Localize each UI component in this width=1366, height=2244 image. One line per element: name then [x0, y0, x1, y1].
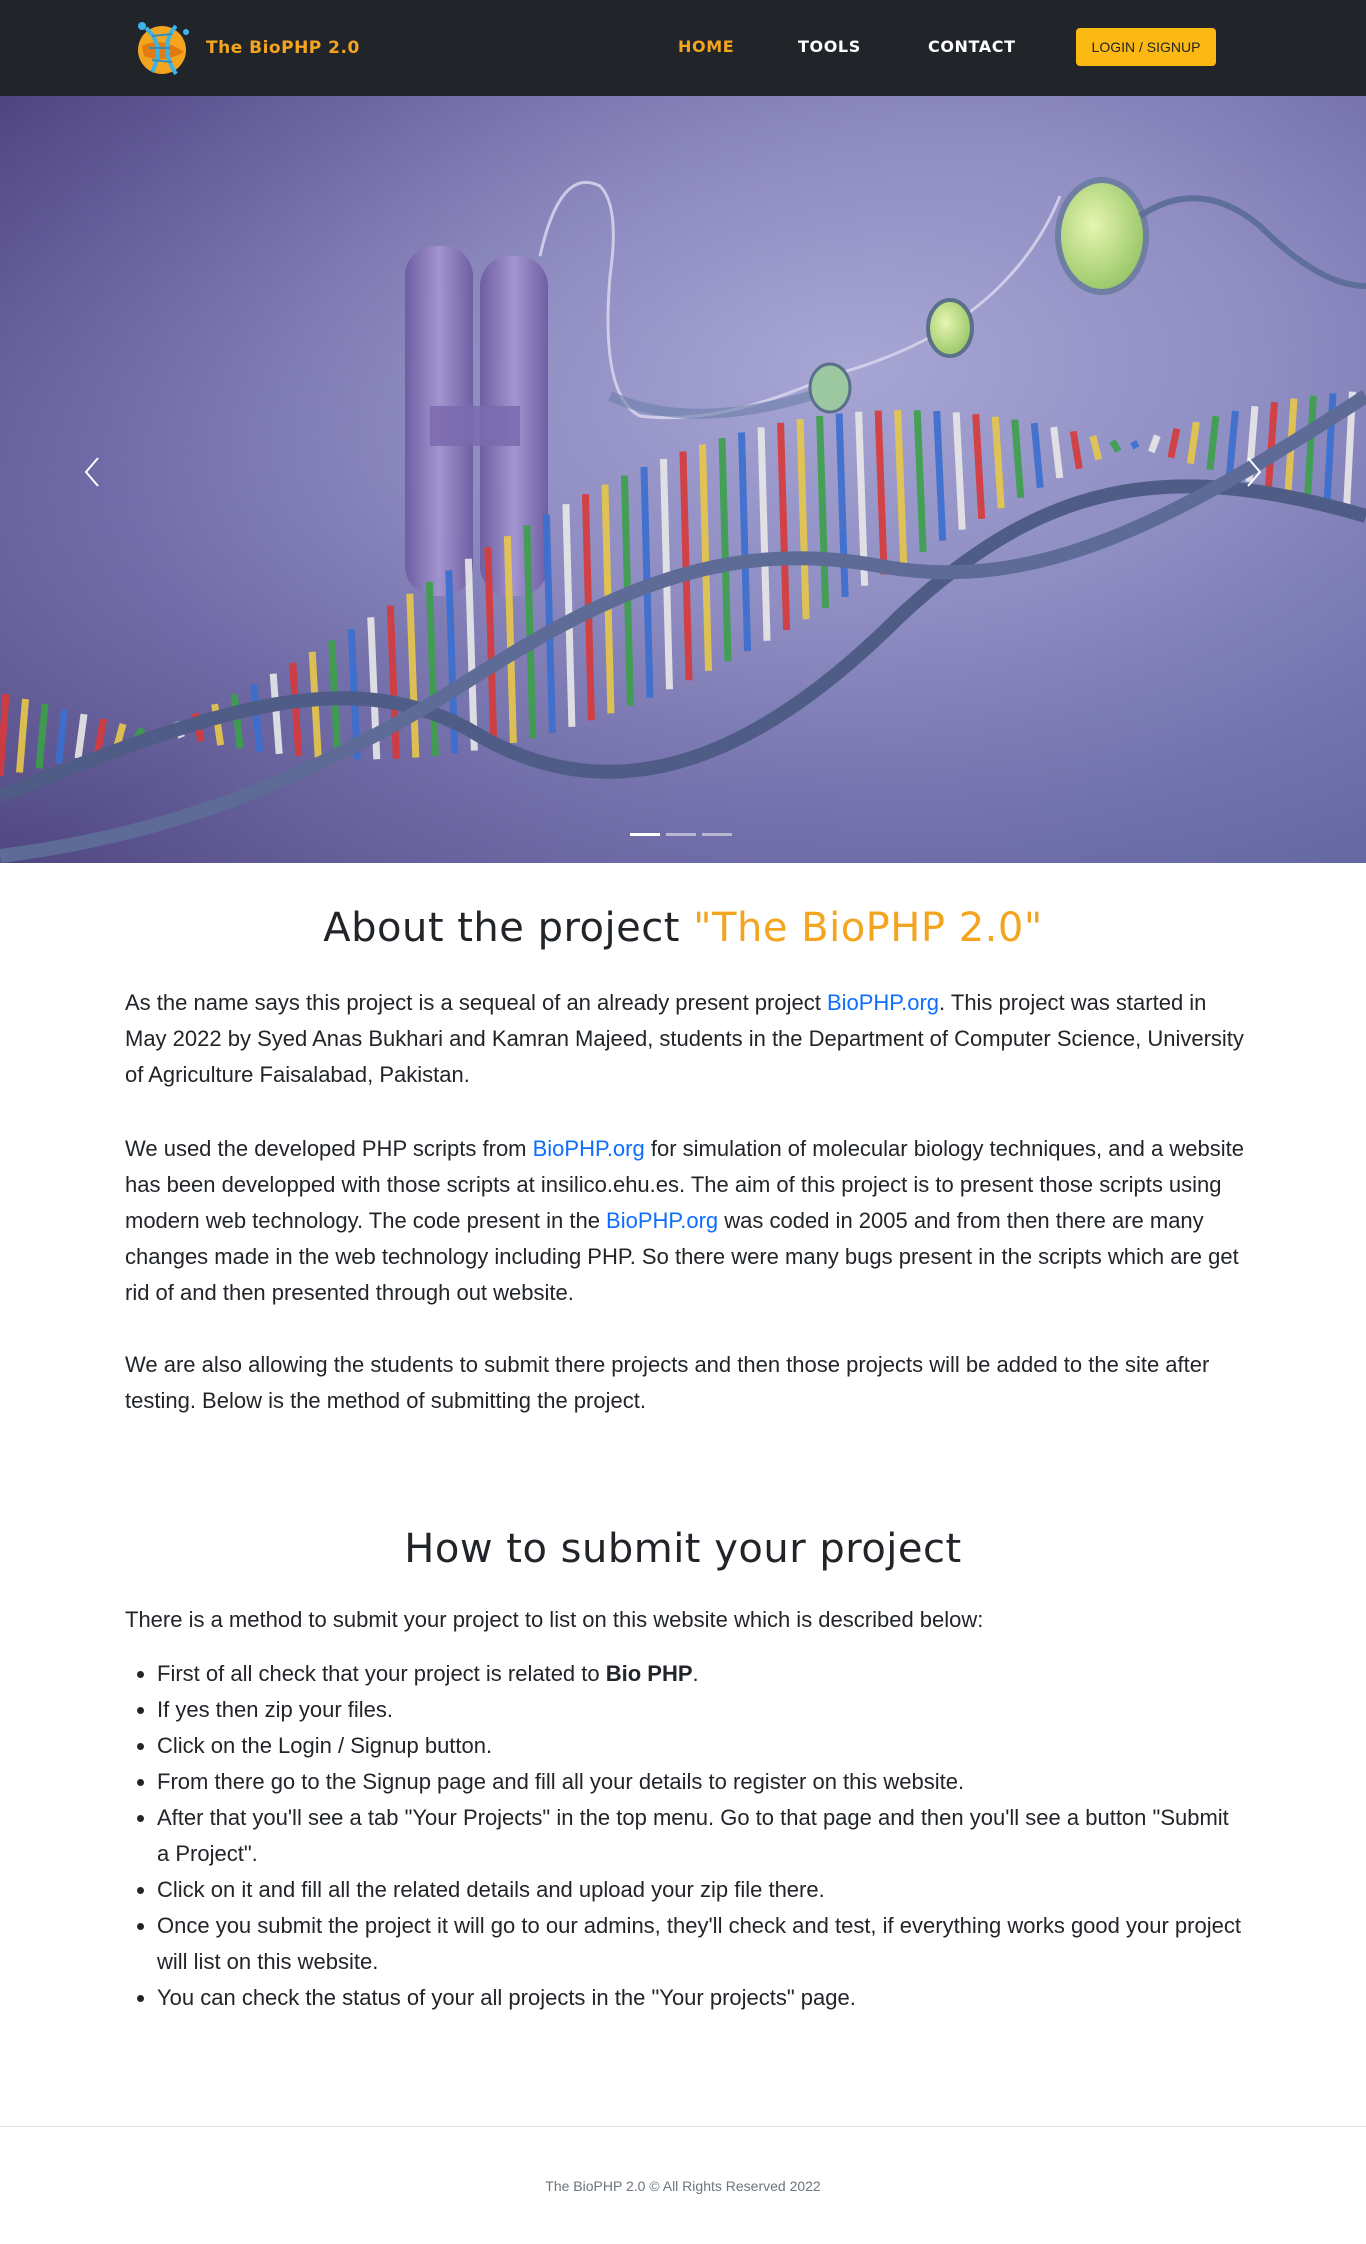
list-item: Once you submit the project it will go t… [157, 1908, 1247, 1980]
biophp-link[interactable]: BioPHP.org [533, 1136, 645, 1161]
carousel-indicator-3[interactable] [702, 833, 732, 836]
carousel-prev-button[interactable] [82, 456, 122, 496]
footer-copyright: The BioPHP 2.0 © All Rights Reserved 202… [545, 2178, 821, 2194]
chevron-right-icon [1247, 457, 1262, 487]
nav-home[interactable]: HOME [678, 37, 734, 56]
about-title-accent: "The BioPHP 2.0" [693, 905, 1043, 951]
footer-divider [0, 2126, 1366, 2127]
top-navbar: The BioPHP 2.0 HOME TOOLS CONTACT LOGIN … [0, 0, 1366, 96]
about-title: About the project "The BioPHP 2.0" [0, 905, 1366, 951]
carousel-indicators [630, 833, 732, 836]
about-paragraph-2: We used the developed PHP scripts from B… [125, 1131, 1245, 1311]
about-p2-text-a: We used the developed PHP scripts from [125, 1136, 533, 1161]
submission-steps-list: First of all check that your project is … [157, 1656, 1247, 2016]
about-paragraph-1: As the name says this project is a seque… [125, 985, 1245, 1093]
step-1-bold: Bio PHP [605, 1661, 693, 1686]
howto-intro: There is a method to submit your project… [125, 1607, 984, 1632]
chevron-left-icon [84, 457, 99, 487]
biophp-link[interactable]: BioPHP.org [827, 990, 939, 1015]
howto-title: How to submit your project [404, 1526, 962, 1572]
hero-carousel [0, 96, 1366, 863]
carousel-indicator-1[interactable] [630, 833, 660, 836]
list-item: From there go to the Signup page and fil… [157, 1764, 1247, 1800]
list-item: Click on it and fill all the related det… [157, 1872, 1247, 1908]
login-signup-button[interactable]: LOGIN / SIGNUP [1076, 28, 1216, 66]
dna-chromosome-illustration [0, 96, 1366, 863]
step-1-text-b: . [692, 1661, 699, 1686]
list-item: Click on the Login / Signup button. [157, 1728, 1247, 1764]
dna-base-pair [1130, 440, 1140, 450]
list-item: You can check the status of your all pro… [157, 1980, 1247, 2016]
about-p1-text-a: As the name says this project is a seque… [125, 990, 827, 1015]
carousel-next-button[interactable] [1244, 456, 1284, 496]
list-item: First of all check that your project is … [157, 1656, 1247, 1692]
list-item: After that you'll see a tab "Your Projec… [157, 1800, 1247, 1872]
carousel-indicator-2[interactable] [666, 833, 696, 836]
about-title-prefix: About the project [323, 905, 694, 951]
nav-tools[interactable]: TOOLS [798, 37, 861, 56]
list-item: If yes then zip your files. [157, 1692, 1247, 1728]
step-1-text-a: First of all check that your project is … [157, 1661, 606, 1686]
biophp-link[interactable]: BioPHP.org [606, 1208, 718, 1233]
nav-contact[interactable]: CONTACT [928, 37, 1016, 56]
about-paragraph-3: We are also allowing the students to sub… [125, 1352, 1210, 1413]
